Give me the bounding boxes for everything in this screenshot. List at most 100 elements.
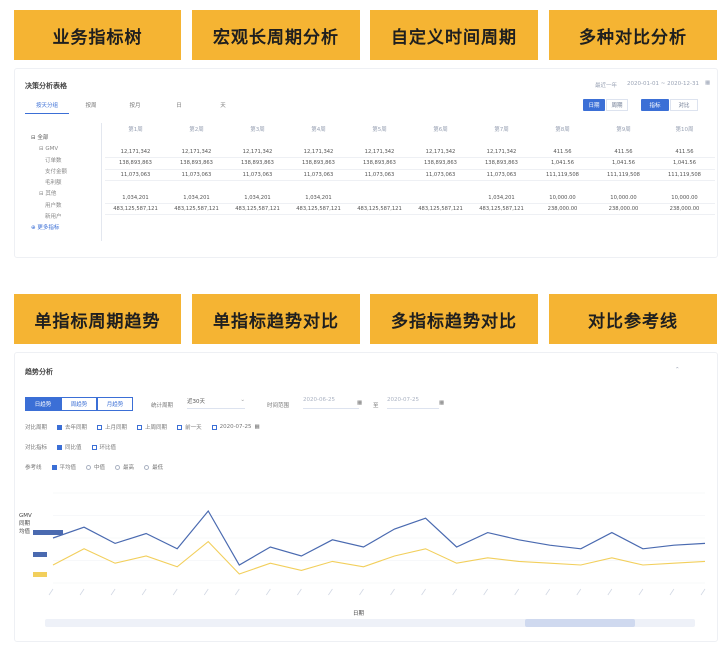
option-last-week[interactable]: 上周同期: [137, 423, 167, 431]
table-cell: 11,073,063: [425, 171, 456, 178]
table-cell: 111,119,508: [606, 171, 640, 178]
table-cell: 11,073,063: [486, 171, 517, 178]
more-metrics-link[interactable]: ⊕ 更多指标: [27, 223, 99, 234]
row-label: 对比指标: [25, 445, 48, 451]
data-grid: 第1周 第2周 第3周 第4周 第5周 第6周 第7周 第8周 第9周 第10周 12,171,3…: [105, 123, 715, 216]
x-tick: [48, 588, 54, 596]
x-tick: [545, 588, 551, 596]
compare-period-row: 对比周期 去年同期 上月同期 上周同期 前一天 2020-07-25 ▦: [25, 423, 260, 431]
table-cell: 483,125,587,121: [235, 206, 280, 213]
period-label: 统计周期: [151, 403, 174, 409]
date-shortcut[interactable]: 最近一年: [595, 81, 617, 89]
period-button[interactable]: 周期: [606, 99, 628, 111]
series-line-1: [52, 540, 706, 575]
x-tick: [576, 588, 582, 596]
column-header: 第9周: [616, 127, 631, 133]
option-average[interactable]: 平均值: [51, 463, 76, 471]
tab-month[interactable]: 按月: [113, 101, 157, 114]
table-cell: 411.56: [553, 149, 572, 155]
table-cell: 10,000.00: [610, 194, 637, 201]
x-tick: [141, 588, 147, 596]
x-tick: [110, 588, 116, 596]
option-mom[interactable]: 环比值: [91, 443, 116, 451]
table-cell: 10,000.00: [671, 194, 698, 201]
option-min[interactable]: 最低: [144, 463, 163, 471]
date-button[interactable]: 日期: [583, 99, 605, 111]
tree-node[interactable]: ⊟ 其他: [27, 189, 99, 200]
trend-segments: 日趋势 周趋势 月趋势: [25, 397, 133, 411]
table-cell: 10,000.00: [549, 194, 576, 201]
table-cell: 411.56: [675, 149, 694, 155]
segment-day[interactable]: 日趋势: [25, 397, 61, 411]
feature-tags-bottom: 单指标周期趋势 单指标趋势对比 多指标趋势对比 对比参考线: [0, 294, 720, 346]
segment-month[interactable]: 月趋势: [97, 397, 133, 411]
panel-title: 决策分析表格: [25, 82, 67, 90]
tree-node[interactable]: 订单数: [27, 156, 99, 167]
x-tick: [483, 588, 488, 596]
option-last-year[interactable]: 去年同期: [57, 423, 87, 431]
compare-button[interactable]: 对比: [670, 99, 698, 111]
range-label: 时间范围: [267, 403, 290, 409]
table-cell: 1,034,201: [488, 194, 515, 201]
x-tick: [359, 588, 364, 596]
chevron-down-icon: ⌄: [240, 397, 245, 403]
row-label: 参考线: [25, 465, 42, 471]
chart-zoom-handle[interactable]: [525, 619, 635, 627]
table-cell: 138,893,863: [484, 160, 518, 167]
calendar-icon[interactable]: ▦: [705, 80, 710, 86]
table-row: 483,125,587,121 483,125,587,121 483,125,58…: [105, 204, 715, 216]
tab-week[interactable]: 按周: [69, 101, 113, 114]
table-cell: 12,171,342: [303, 149, 334, 155]
feature-tags-top: 业务指标树 宏观长周期分析 自定义时间周期 多种对比分析: [0, 10, 720, 62]
table-cell: 138,893,863: [423, 160, 457, 167]
divider: [101, 123, 102, 241]
chart-zoom-track[interactable]: [45, 619, 695, 627]
tree-node[interactable]: ⊟ GMV: [27, 144, 99, 155]
feature-tag: 业务指标树: [14, 10, 181, 60]
table-cell: 138,893,863: [240, 160, 274, 167]
table-cell: 138,893,863: [179, 160, 213, 167]
option-last-month[interactable]: 上月同期: [97, 423, 127, 431]
range-end-input[interactable]: 2020-07-25: [387, 397, 439, 409]
x-tick: [607, 588, 613, 596]
option-max[interactable]: 最高: [115, 463, 134, 471]
collapse-icon[interactable]: ⌃: [675, 367, 680, 373]
table-row: 1,034,201 1,034,201 1,034,201 1,034,201 1,03…: [105, 193, 715, 205]
tab-days[interactable]: 天: [201, 101, 245, 114]
tab-day[interactable]: 按天分组: [25, 101, 69, 114]
option-yoy[interactable]: 同比值: [57, 443, 82, 451]
option-prev-day[interactable]: 前一天: [177, 423, 202, 431]
table-cell: 12,171,342: [486, 149, 517, 155]
tree-node[interactable]: 用户数: [27, 201, 99, 212]
table-cell: 1,034,201: [244, 194, 271, 201]
date-range[interactable]: 2020-01-01 ~ 2020-12-31: [627, 81, 699, 87]
column-header: 第5周: [372, 127, 387, 133]
table-cell: 1,034,201: [122, 194, 149, 201]
table-cell: 12,171,342: [242, 149, 273, 155]
column-header: 第1周: [128, 127, 143, 133]
x-tick: [203, 588, 209, 596]
option-custom-date[interactable]: 2020-07-25 ▦: [211, 424, 260, 430]
column-header: 第6周: [433, 127, 448, 133]
tree-node[interactable]: 毛利额: [27, 178, 99, 189]
tree-node[interactable]: ⊟ 全部: [27, 133, 99, 144]
grid-body: 12,171,342 12,171,342 12,171,342 12,171,342…: [105, 147, 715, 216]
feature-tag: 单指标趋势对比: [192, 294, 360, 344]
metric-button[interactable]: 指标: [641, 99, 669, 111]
table-cell: 111,119,508: [545, 171, 579, 178]
feature-tag: 多种对比分析: [549, 10, 717, 60]
column-header: 第8周: [555, 127, 570, 133]
x-tick: [172, 588, 178, 596]
segment-week[interactable]: 周趋势: [61, 397, 97, 411]
table-cell: 11,073,063: [303, 171, 334, 178]
calendar-icon[interactable]: ▦: [357, 400, 362, 406]
table-cell: 483,125,587,121: [357, 206, 402, 213]
table-cell: 11,073,063: [242, 171, 273, 178]
calendar-icon[interactable]: ▦: [439, 400, 444, 406]
tab-date[interactable]: 日: [157, 101, 201, 114]
range-start-input[interactable]: 2020-06-25: [303, 397, 359, 409]
period-select[interactable]: 近30天 ⌄: [187, 397, 245, 409]
tree-node[interactable]: 新用户: [27, 212, 99, 223]
tree-node[interactable]: 支付金额: [27, 167, 99, 178]
option-median[interactable]: 中值: [86, 463, 105, 471]
